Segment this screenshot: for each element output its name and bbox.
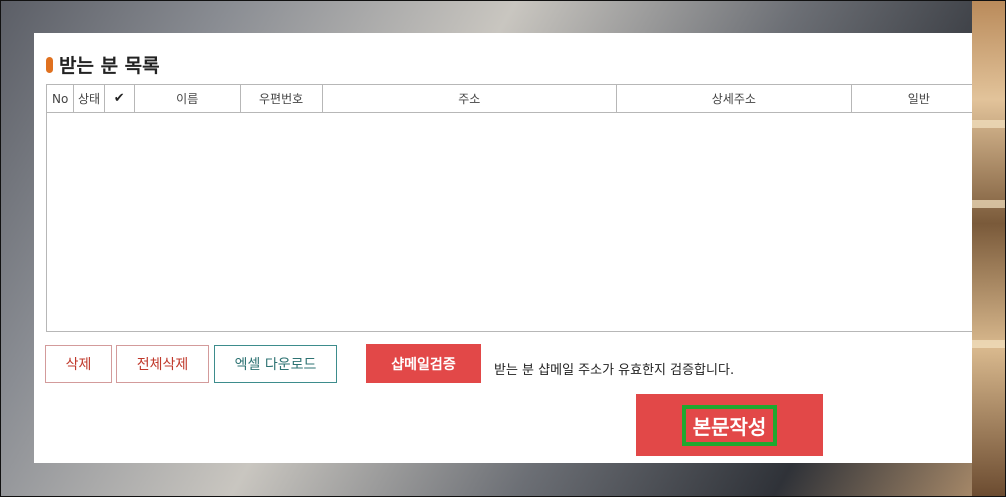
shopmail-verify-button[interactable]: 샵메일검증: [366, 344, 481, 383]
col-name[interactable]: 이름: [135, 85, 241, 112]
col-zip[interactable]: 우편번호: [241, 85, 323, 112]
table-header-row: No 상태 ✔ 이름 우편번호 주소 상세주소 일반: [47, 85, 972, 113]
section-title: 받는 분 목록: [46, 51, 160, 78]
title-bullet-icon: [46, 56, 53, 73]
col-no[interactable]: No: [47, 85, 75, 112]
recipient-panel: 받는 분 목록 No 상태 ✔ 이름 우편번호 주소 상세주소 일반 삭제 전체…: [34, 33, 972, 463]
col-detail-address[interactable]: 상세주소: [617, 85, 852, 112]
col-address[interactable]: 주소: [323, 85, 617, 112]
select-all-checkbox[interactable]: ✔: [105, 85, 135, 112]
col-extra[interactable]: 일반: [852, 85, 972, 112]
write-body-button[interactable]: 본문작성: [636, 394, 823, 456]
delete-all-button[interactable]: 전체삭제: [116, 345, 209, 383]
delete-button[interactable]: 삭제: [45, 345, 112, 383]
recipient-table: No 상태 ✔ 이름 우편번호 주소 상세주소 일반: [46, 84, 972, 332]
verify-description: 받는 분 샵메일 주소가 유효한지 검증합니다.: [494, 363, 735, 378]
table-body: [47, 113, 972, 331]
col-status[interactable]: 상태: [74, 85, 105, 112]
write-body-label: 본문작성: [681, 404, 778, 446]
background-photo-edge: [972, 0, 1006, 497]
section-title-text: 받는 분 목록: [59, 55, 160, 77]
excel-download-button[interactable]: 엑셀 다운로드: [214, 345, 337, 383]
